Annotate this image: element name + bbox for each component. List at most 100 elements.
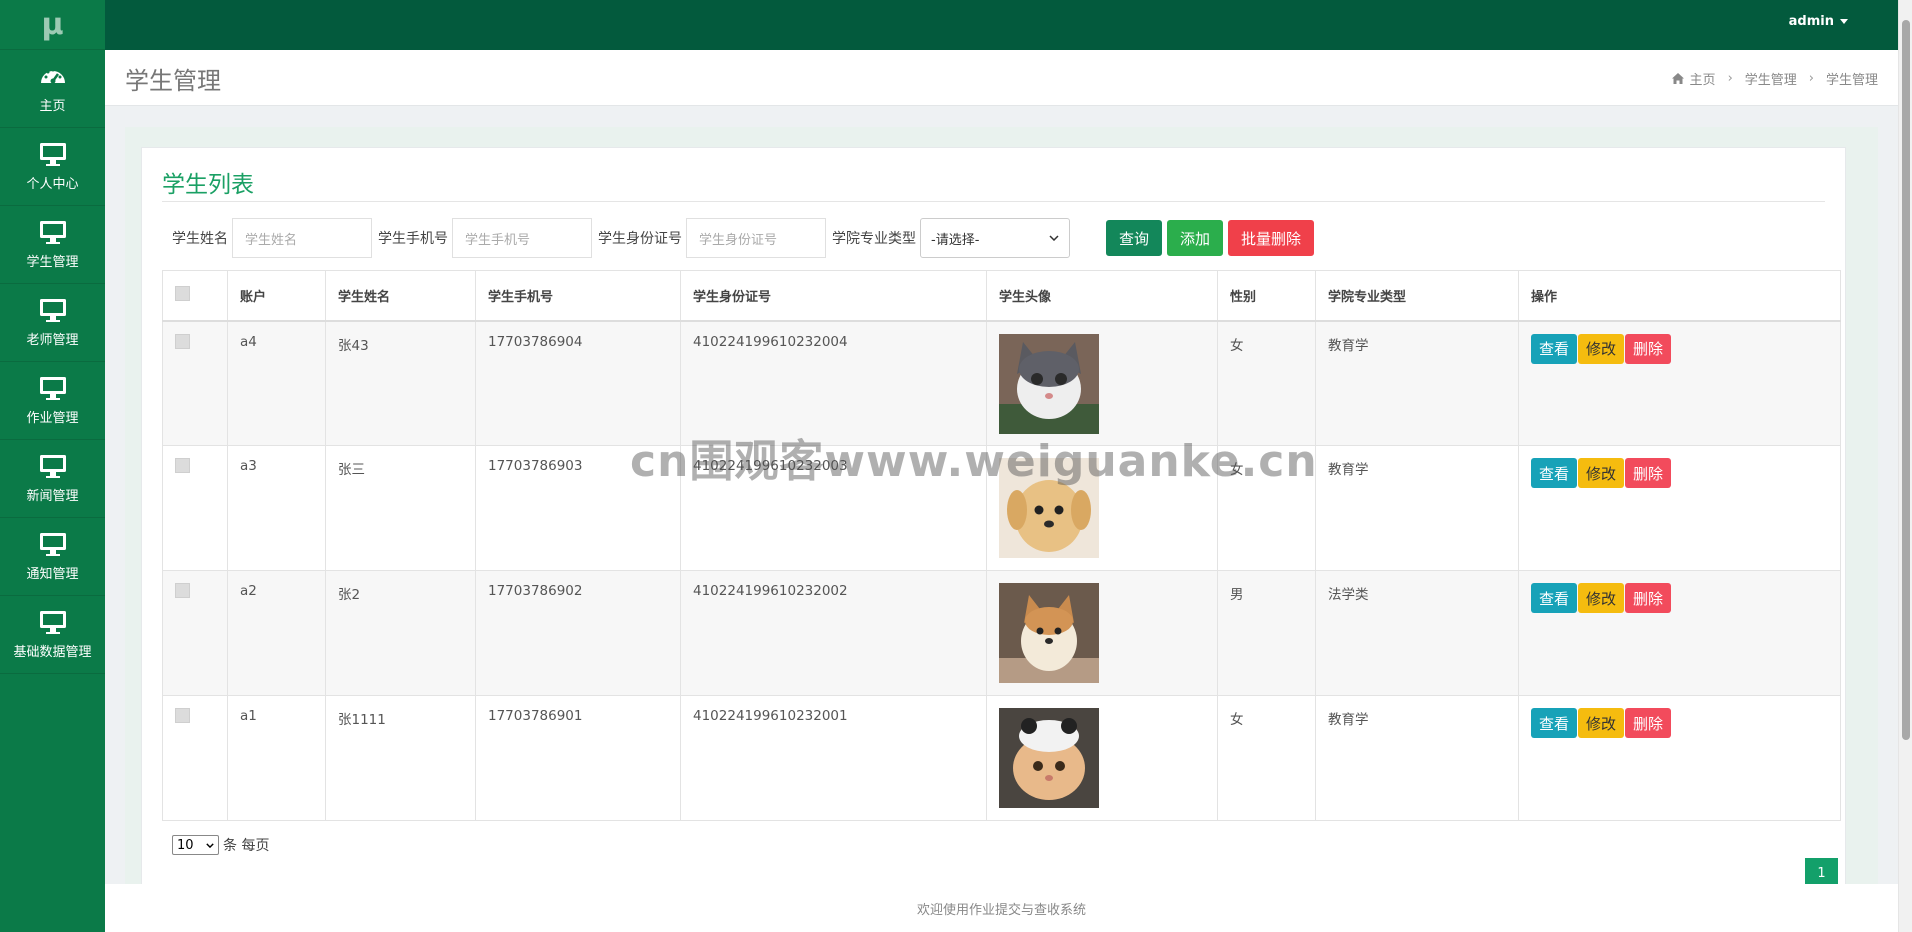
avatar-cell xyxy=(986,695,1218,821)
divider xyxy=(162,201,1825,202)
student-avatar-image[interactable] xyxy=(999,708,1099,808)
view-button[interactable]: 查看 xyxy=(1531,458,1578,488)
gender-cell: 男 xyxy=(1217,570,1316,696)
actions-cell: 查看 修改 删除 xyxy=(1518,320,1841,446)
avatar-cell xyxy=(986,570,1218,696)
major-cell: 教育学 xyxy=(1315,695,1519,821)
row-select-cell xyxy=(162,570,228,696)
column-header: 学生头像 xyxy=(986,270,1218,322)
vertical-scrollbar[interactable] xyxy=(1898,0,1912,932)
table-row: a3 张三 17703786903 410224199610232003 女 教… xyxy=(162,445,1841,571)
sidebar-item-teachers[interactable]: 老师管理 xyxy=(0,284,105,362)
breadcrumb-home[interactable]: 主页 xyxy=(1690,69,1716,88)
phone-cell: 17703786904 xyxy=(475,320,681,446)
sidebar-item-students[interactable]: 学生管理 xyxy=(0,206,105,284)
edit-button[interactable]: 修改 xyxy=(1578,458,1625,488)
major-cell: 法学类 xyxy=(1315,570,1519,696)
sidebar: μ 主页 个人中心 学生管理 老师管理 作业管理 新闻管理 通知管理 基础数据管… xyxy=(0,0,105,932)
view-button[interactable]: 查看 xyxy=(1531,333,1578,364)
student-list-card: 学生列表 学生姓名 学生姓名 学生手机号 学生手机号 学生身份证号 学生身份证号… xyxy=(141,147,1846,932)
student-idcard-input[interactable]: 学生身份证号 xyxy=(686,218,826,258)
row-checkbox[interactable] xyxy=(175,333,190,349)
sidebar-item-news[interactable]: 新闻管理 xyxy=(0,440,105,518)
account-cell: a3 xyxy=(227,445,326,571)
select-all-checkbox[interactable] xyxy=(175,285,190,301)
top-navbar: admin xyxy=(105,0,1898,50)
breadcrumb-current: 学生管理 xyxy=(1825,73,1878,88)
page-size-select[interactable]: 10 xyxy=(172,835,219,855)
student-name-input[interactable]: 学生姓名 xyxy=(232,218,372,258)
monitor-icon xyxy=(39,377,66,400)
idcard-cell: 410224199610232003 xyxy=(680,445,987,571)
search-bar: 学生姓名 学生姓名 学生手机号 学生手机号 学生身份证号 学生身份证号 学院专业… xyxy=(172,218,1319,258)
delete-button[interactable]: 删除 xyxy=(1625,583,1672,613)
view-button[interactable]: 查看 xyxy=(1531,583,1578,613)
page-title: 学生管理 xyxy=(125,67,221,95)
account-cell: a4 xyxy=(227,320,326,446)
major-cell: 教育学 xyxy=(1315,320,1519,446)
user-menu[interactable]: admin xyxy=(1789,14,1848,29)
table-row: a1 张1111 17703786901 410224199610232001 … xyxy=(162,695,1841,821)
app-logo: μ xyxy=(0,0,105,50)
major-cell: 教育学 xyxy=(1315,445,1519,571)
edit-button[interactable]: 修改 xyxy=(1578,708,1625,738)
name-cell: 张三 xyxy=(325,445,476,571)
sidebar-item-label: 新闻管理 xyxy=(26,489,79,504)
monitor-icon xyxy=(39,299,66,322)
student-phone-input[interactable]: 学生手机号 xyxy=(452,218,592,258)
sidebar-item-label: 学生管理 xyxy=(26,255,79,270)
chevron-right-icon: › xyxy=(1808,71,1814,86)
column-header: 学院专业类型 xyxy=(1315,270,1519,322)
delete-button[interactable]: 删除 xyxy=(1625,458,1672,488)
actions-cell: 查看 修改 删除 xyxy=(1518,570,1841,696)
gender-cell: 女 xyxy=(1217,695,1316,821)
footer: 欢迎使用作业提交与查收系统 xyxy=(105,884,1898,932)
row-select-cell xyxy=(162,320,228,446)
sidebar-item-profile[interactable]: 个人中心 xyxy=(0,128,105,206)
sidebar-item-label: 通知管理 xyxy=(26,567,79,582)
row-checkbox[interactable] xyxy=(175,708,190,723)
phone-cell: 17703786901 xyxy=(475,695,681,821)
caret-down-icon xyxy=(1840,19,1848,24)
major-select[interactable]: -请选择- xyxy=(920,218,1070,258)
query-button[interactable]: 查询 xyxy=(1106,220,1163,256)
student-avatar-image[interactable] xyxy=(999,583,1099,683)
username: admin xyxy=(1788,14,1834,29)
sidebar-item-label: 作业管理 xyxy=(26,411,79,426)
batch-delete-button[interactable]: 批量删除 xyxy=(1228,220,1315,256)
breadcrumb-item[interactable]: 学生管理 xyxy=(1745,69,1797,88)
phone-cell: 17703786902 xyxy=(475,570,681,696)
sidebar-item-basic-data[interactable]: 基础数据管理 xyxy=(0,596,105,674)
page-size-suffix: 条 每页 xyxy=(223,838,270,854)
delete-button[interactable]: 删除 xyxy=(1625,708,1672,738)
dashboard-icon xyxy=(40,68,65,84)
breadcrumb: 主页 › 学生管理 › 学生管理 xyxy=(1671,69,1878,88)
add-button[interactable]: 添加 xyxy=(1167,220,1224,256)
name-cell: 张2 xyxy=(325,570,476,696)
name-cell: 张43 xyxy=(325,320,476,446)
phone-cell: 17703786903 xyxy=(475,445,681,571)
column-header: 操作 xyxy=(1518,270,1841,322)
edit-button[interactable]: 修改 xyxy=(1578,583,1625,613)
student-table: 账户 学生姓名 学生手机号 学生身份证号 学生头像 性别 学院专业类型 操作 a… xyxy=(162,270,1841,821)
table-header-row: 账户 学生姓名 学生手机号 学生身份证号 学生头像 性别 学院专业类型 操作 xyxy=(162,270,1841,322)
student-avatar-image[interactable] xyxy=(999,458,1099,558)
student-avatar-image[interactable] xyxy=(999,333,1099,434)
actions-cell: 查看 修改 删除 xyxy=(1518,695,1841,821)
delete-button[interactable]: 删除 xyxy=(1625,333,1672,364)
row-checkbox[interactable] xyxy=(175,583,190,598)
column-header: 性别 xyxy=(1217,270,1316,322)
account-cell: a1 xyxy=(227,695,326,821)
actions-cell: 查看 修改 删除 xyxy=(1518,445,1841,571)
name-label: 学生姓名 xyxy=(172,231,228,247)
sidebar-item-homework[interactable]: 作业管理 xyxy=(0,362,105,440)
sidebar-item-home[interactable]: 主页 xyxy=(0,50,105,128)
edit-button[interactable]: 修改 xyxy=(1578,333,1625,364)
sidebar-item-notices[interactable]: 通知管理 xyxy=(0,518,105,596)
sidebar-item-label: 主页 xyxy=(39,99,66,114)
row-checkbox[interactable] xyxy=(175,458,190,473)
column-header: 学生手机号 xyxy=(475,270,681,322)
home-icon xyxy=(1671,73,1684,84)
scrollbar-thumb[interactable] xyxy=(1902,20,1910,740)
view-button[interactable]: 查看 xyxy=(1531,708,1578,738)
